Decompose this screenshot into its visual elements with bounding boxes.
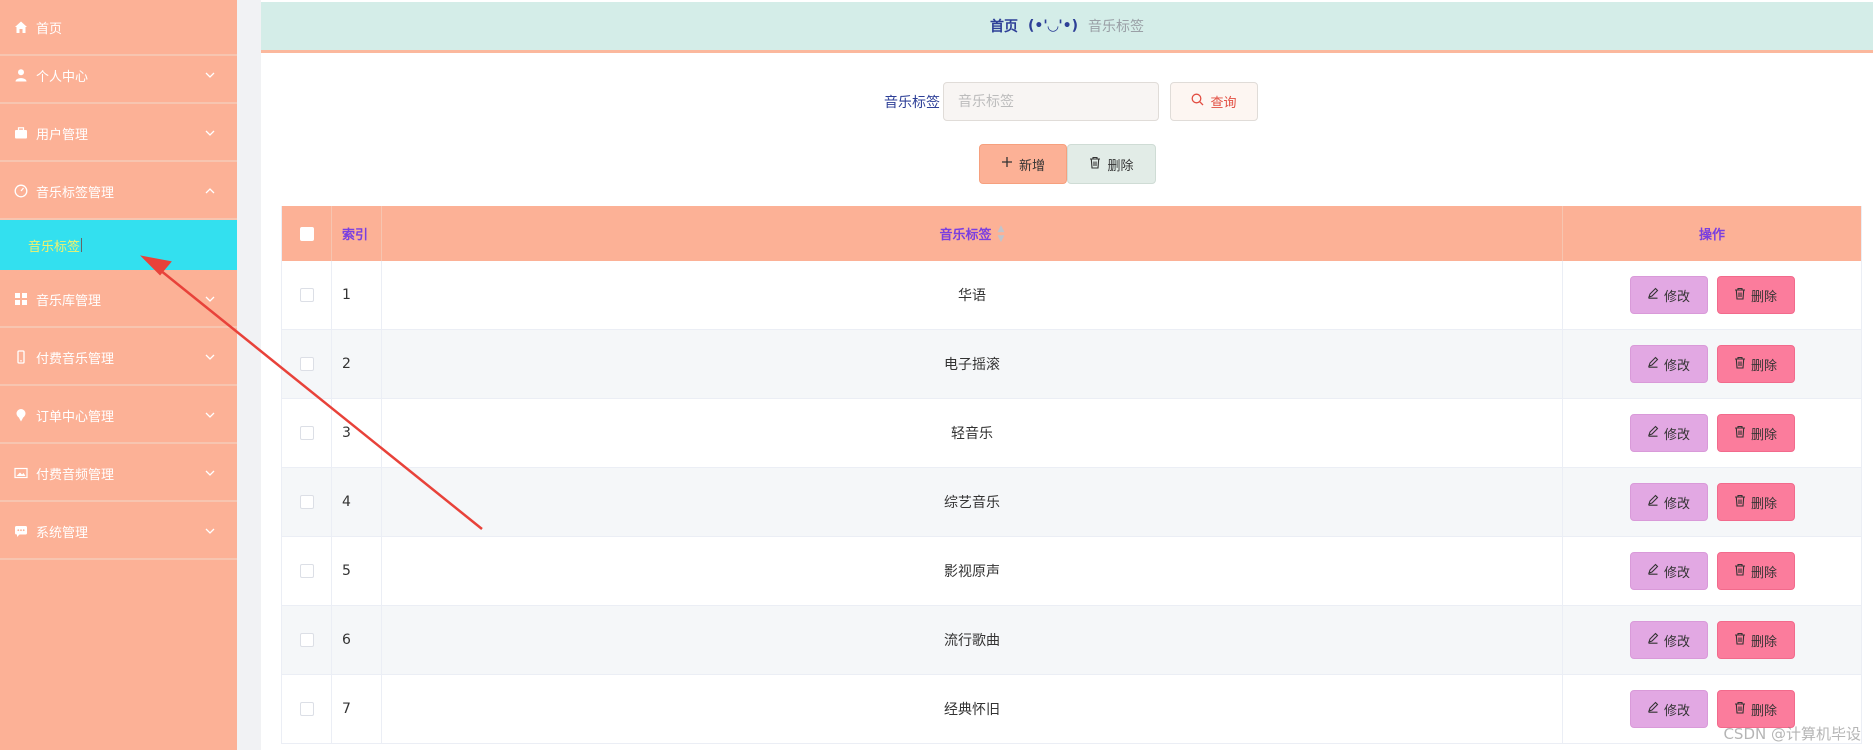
annotation-arrow xyxy=(140,255,483,530)
watermark: CSDN @计算机毕设 xyxy=(1723,725,1861,743)
